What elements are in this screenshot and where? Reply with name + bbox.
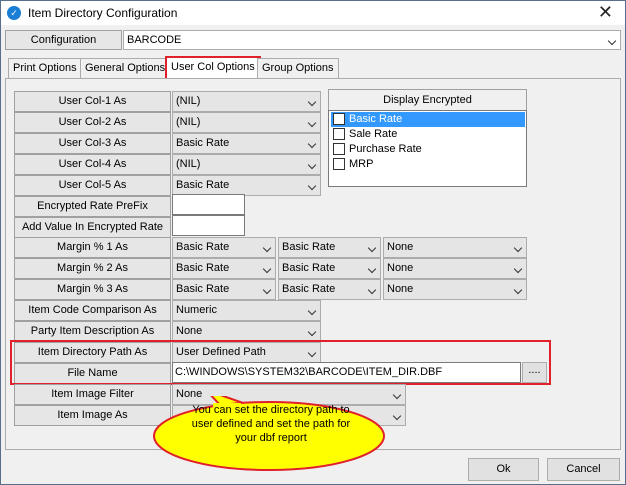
- checkbox[interactable]: [333, 128, 345, 140]
- margin-3-value-3: None: [387, 283, 414, 295]
- party-item-desc-select[interactable]: None: [172, 321, 321, 342]
- party-item-desc-value: None: [176, 325, 203, 337]
- checkbox[interactable]: [333, 158, 345, 170]
- margin-2-label: Margin % 2 As: [14, 258, 171, 279]
- chevron-down-icon: [307, 118, 317, 128]
- margin-3-select-3[interactable]: None: [383, 279, 527, 300]
- app-icon: ✓: [7, 6, 21, 20]
- callout-text: You can set the directory path to user d…: [191, 404, 351, 444]
- display-encrypted-item[interactable]: Purchase Rate: [331, 142, 525, 157]
- window-title: Item Directory Configuration: [28, 6, 178, 20]
- chevron-down-icon: [307, 160, 317, 170]
- display-encrypted-item-label: Purchase Rate: [349, 143, 422, 155]
- title-bar: ✓ Item Directory Configuration ✕: [1, 1, 625, 25]
- user-col-2-select[interactable]: (NIL): [172, 112, 321, 133]
- display-encrypted-item-label: Basic Rate: [349, 113, 403, 125]
- margin-1-select-1[interactable]: Basic Rate: [172, 237, 276, 258]
- user-col-1-select[interactable]: (NIL): [172, 91, 321, 112]
- user-col-5-select[interactable]: Basic Rate: [172, 175, 321, 196]
- add-value-encrypted-input[interactable]: [172, 215, 245, 236]
- configuration-value: BARCODE: [127, 34, 182, 46]
- encrypted-prefix-input[interactable]: [172, 194, 245, 215]
- chevron-down-icon: [262, 243, 272, 253]
- user-col-2-label: User Col-2 As: [14, 112, 171, 133]
- chevron-down-icon: [307, 97, 317, 107]
- checkbox[interactable]: [333, 113, 345, 125]
- item-image-as-label: Item Image As: [14, 405, 171, 426]
- margin-2-value-3: None: [387, 262, 414, 274]
- margin-1-value-3: None: [387, 241, 414, 253]
- chevron-down-icon: [513, 264, 523, 274]
- chevron-down-icon: [607, 36, 617, 46]
- user-col-1-label: User Col-1 As: [14, 91, 171, 112]
- ok-button[interactable]: Ok: [468, 458, 539, 481]
- margin-3-select-1[interactable]: Basic Rate: [172, 279, 276, 300]
- margin-1-select-2[interactable]: Basic Rate: [278, 237, 381, 258]
- margin-2-select-1[interactable]: Basic Rate: [172, 258, 276, 279]
- user-col-4-select[interactable]: (NIL): [172, 154, 321, 175]
- margin-2-value-1: Basic Rate: [176, 262, 230, 274]
- item-code-comparison-value: Numeric: [176, 304, 217, 316]
- display-encrypted-header: Display Encrypted: [328, 89, 527, 111]
- display-encrypted-item-label: Sale Rate: [349, 128, 398, 140]
- user-col-5-value: Basic Rate: [176, 179, 230, 191]
- user-col-3-select[interactable]: Basic Rate: [172, 133, 321, 154]
- chevron-down-icon: [307, 327, 317, 337]
- display-encrypted-item[interactable]: MRP: [331, 157, 525, 172]
- configuration-label: Configuration: [5, 30, 122, 50]
- display-encrypted-item[interactable]: Sale Rate: [331, 127, 525, 142]
- chevron-down-icon: [513, 285, 523, 295]
- user-col-4-label: User Col-4 As: [14, 154, 171, 175]
- display-encrypted-item[interactable]: Basic Rate: [331, 112, 525, 127]
- item-image-filter-label: Item Image Filter: [14, 384, 171, 405]
- chevron-down-icon: [307, 139, 317, 149]
- margin-1-value-2: Basic Rate: [282, 241, 336, 253]
- tab-group-options[interactable]: Group Options: [257, 58, 339, 79]
- user-col-2-value: (NIL): [176, 116, 201, 128]
- margin-1-select-3[interactable]: None: [383, 237, 527, 258]
- display-encrypted-list: Basic Rate Sale Rate Purchase Rate MRP: [328, 110, 527, 187]
- margin-1-label: Margin % 1 As: [14, 237, 171, 258]
- tab-general-options[interactable]: General Options: [80, 58, 171, 79]
- item-code-comparison-select[interactable]: Numeric: [172, 300, 321, 321]
- close-icon[interactable]: ✕: [598, 2, 613, 22]
- tab-print-options[interactable]: Print Options: [8, 58, 82, 79]
- user-col-5-label: User Col-5 As: [14, 175, 171, 196]
- chevron-down-icon: [262, 285, 272, 295]
- encrypted-prefix-label: Encrypted Rate PreFix: [14, 196, 171, 217]
- chevron-down-icon: [262, 264, 272, 274]
- dialog-window: ✓ Item Directory Configuration ✕ Configu…: [0, 0, 626, 485]
- margin-2-select-2[interactable]: Basic Rate: [278, 258, 381, 279]
- user-col-1-value: (NIL): [176, 95, 201, 107]
- user-col-4-value: (NIL): [176, 158, 201, 170]
- party-item-desc-label: Party Item Description As: [14, 321, 171, 342]
- chevron-down-icon: [307, 181, 317, 191]
- margin-1-value-1: Basic Rate: [176, 241, 230, 253]
- margin-2-select-3[interactable]: None: [383, 258, 527, 279]
- chevron-down-icon: [513, 243, 523, 253]
- display-encrypted-item-label: MRP: [349, 158, 374, 170]
- chevron-down-icon: [307, 306, 317, 316]
- tab-user-col-options[interactable]: User Col Options: [165, 56, 261, 80]
- chevron-down-icon: [367, 285, 377, 295]
- checkbox[interactable]: [333, 143, 345, 155]
- chevron-down-icon: [367, 243, 377, 253]
- highlight-box: [10, 340, 551, 385]
- item-code-comparison-label: Item Code Comparison As: [14, 300, 171, 321]
- margin-3-value-2: Basic Rate: [282, 283, 336, 295]
- margin-2-value-2: Basic Rate: [282, 262, 336, 274]
- user-col-3-value: Basic Rate: [176, 137, 230, 149]
- margin-3-value-1: Basic Rate: [176, 283, 230, 295]
- chevron-down-icon: [367, 264, 377, 274]
- add-value-encrypted-label: Add Value In Encrypted Rate: [14, 217, 171, 238]
- cancel-button[interactable]: Cancel: [547, 458, 620, 481]
- margin-3-select-2[interactable]: Basic Rate: [278, 279, 381, 300]
- configuration-select[interactable]: BARCODE: [123, 30, 621, 50]
- user-col-3-label: User Col-3 As: [14, 133, 171, 154]
- margin-3-label: Margin % 3 As: [14, 279, 171, 300]
